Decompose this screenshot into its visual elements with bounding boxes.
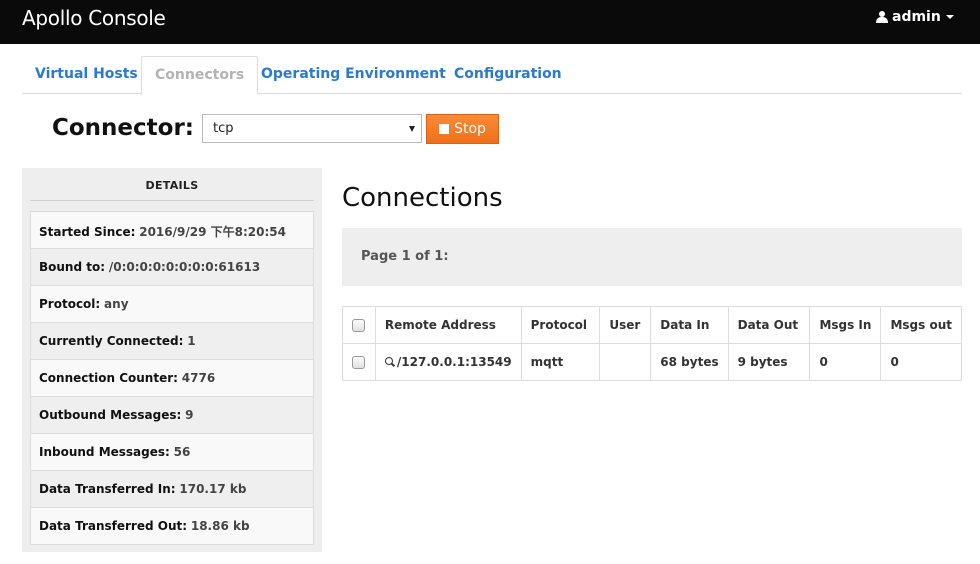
dropdown-arrow-icon [409,126,415,132]
tab-virtual-hosts[interactable]: Virtual Hosts [22,56,151,94]
col-protocol[interactable]: Protocol [520,306,601,344]
caret-down-icon [945,15,954,19]
select-all-checkbox[interactable] [352,319,365,332]
pagination-bar: Page 1 of 1: [342,228,962,286]
detail-value: 170.17 kb [179,482,247,496]
detail-key: Outbound Messages: [39,408,182,422]
connector-select[interactable]: tcp [202,114,422,143]
details-panel: DETAILS Started Since: 2016/9/29 下午8:20:… [22,168,322,552]
detail-key: Bound to: [39,260,106,274]
detail-value: /0:0:0:0:0:0:0:0:61613 [108,260,261,274]
msgs-in-cell: 0 [809,343,882,381]
detail-key: Data Transferred Out: [39,519,188,533]
detail-key: Data Transferred In: [39,482,176,496]
page-indicator: Page 1 of 1: [361,249,449,264]
detail-value: 56 [173,445,191,459]
details-title: DETAILS [30,168,314,201]
col-data-in[interactable]: Data In [650,306,729,344]
tab-connectors[interactable]: Connectors [141,56,259,95]
connector-select-value: tcp [213,121,234,136]
detail-data-transferred-out: Data Transferred Out: 18.86 kb [31,508,313,544]
remote-address-cell: /127.0.0.1:13549 [374,343,522,381]
col-msgs-in[interactable]: Msgs In [809,306,882,344]
user-icon [876,10,888,24]
top-navbar: Apollo Console admin [0,0,980,44]
connections-title: Connections [342,183,503,213]
col-msgs-out[interactable]: Msgs out [880,306,962,344]
remote-address-link[interactable]: /127.0.0.1:13549 [397,355,512,369]
detail-value: any [104,297,129,311]
detail-started-since: Started Since: 2016/9/29 下午8:20:54 [31,212,313,249]
tab-operating-environment[interactable]: Operating Environment [248,56,459,94]
zoom-in-icon[interactable] [384,356,395,367]
connector-label: Connector: [52,115,194,141]
detail-value: 18.86 kb [190,519,250,533]
stop-button[interactable]: Stop [426,114,499,144]
row-select-cell [342,343,376,381]
msgs-out-cell: 0 [880,343,962,381]
stop-button-label: Stop [454,121,486,137]
detail-inbound-messages: Inbound Messages: 56 [31,434,313,471]
details-list: Started Since: 2016/9/29 下午8:20:54 Bound… [30,211,314,545]
detail-key: Started Since: [39,225,136,239]
user-cell [599,343,652,381]
detail-connection-counter: Connection Counter: 4776 [31,360,313,397]
col-user[interactable]: User [599,306,652,344]
table-header-row: Remote Address Protocol User Data In Dat… [342,306,962,344]
detail-protocol: Protocol: any [31,286,313,323]
col-data-out[interactable]: Data Out [727,306,811,344]
detail-key: Connection Counter: [39,371,178,385]
detail-value: 1 [187,334,196,348]
select-all-cell [342,306,376,344]
connections-table: Remote Address Protocol User Data In Dat… [342,306,962,381]
protocol-cell: mqtt [520,343,601,381]
tab-configuration[interactable]: Configuration [441,56,575,94]
main-tabs: Virtual Hosts Connectors Operating Envir… [22,56,962,95]
stop-icon [439,124,450,134]
detail-bound-to: Bound to: /0:0:0:0:0:0:0:0:61613 [31,249,313,286]
detail-key: Inbound Messages: [39,445,170,459]
table-row: /127.0.0.1:13549 mqtt 68 bytes 9 bytes 0… [342,343,962,381]
detail-value: 9 [185,408,194,422]
detail-value: 4776 [181,371,216,385]
app-title[interactable]: Apollo Console [22,6,166,30]
col-remote-address[interactable]: Remote Address [374,306,522,344]
detail-outbound-messages: Outbound Messages: 9 [31,397,313,434]
detail-data-transferred-in: Data Transferred In: 170.17 kb [31,471,313,508]
user-name: admin [892,9,941,25]
detail-key: Currently Connected: [39,334,184,348]
row-checkbox[interactable] [352,356,365,369]
detail-key: Protocol: [39,297,101,311]
data-in-cell: 68 bytes [650,343,729,381]
user-menu-dropdown[interactable]: admin [876,9,954,25]
data-out-cell: 9 bytes [727,343,811,381]
detail-currently-connected: Currently Connected: 1 [31,323,313,360]
detail-value: 2016/9/29 下午8:20:54 [139,225,286,239]
